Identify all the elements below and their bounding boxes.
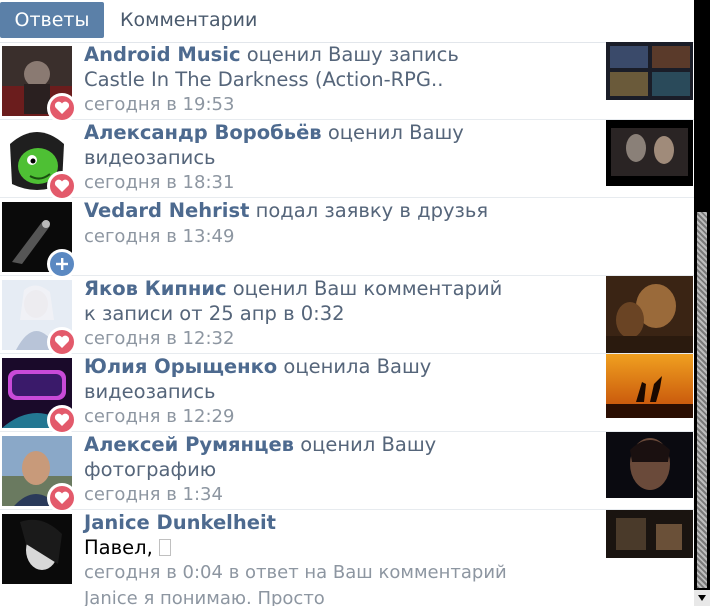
record-thumbnail[interactable] bbox=[606, 510, 693, 558]
record-link[interactable]: видеозапись bbox=[84, 146, 216, 169]
notification-text: Android Music оценил Вашу запись Castle … bbox=[84, 43, 459, 115]
plus-icon bbox=[47, 249, 77, 279]
record-thumbnail[interactable] bbox=[606, 42, 693, 100]
notification-text: Юлия Орыщенко оценила Вашу видеозапись с… bbox=[84, 355, 432, 427]
user-name-link[interactable]: Яков Кипнис bbox=[84, 277, 227, 300]
record-link[interactable]: к записи от 25 апр в 0:32 bbox=[84, 302, 345, 325]
missing-glyph-icon bbox=[158, 538, 171, 556]
record-thumbnail[interactable] bbox=[606, 276, 693, 353]
list-item[interactable]: Яков Кипнис оценил Ваш комментарий к зап… bbox=[0, 276, 694, 357]
notification-text: Александр Воробьёв оценил Вашу видеозапи… bbox=[84, 121, 464, 193]
user-name-link[interactable]: Janice Dunkelheit bbox=[84, 511, 276, 534]
record-thumbnail[interactable] bbox=[606, 432, 693, 498]
record-link[interactable]: фотографию bbox=[84, 458, 216, 481]
user-name-link[interactable]: Android Music bbox=[84, 43, 241, 66]
notification-text: Vedard Nehrist подал заявку в друзья сег… bbox=[84, 199, 489, 247]
scrollbar-thumb[interactable] bbox=[697, 212, 707, 588]
user-name-link[interactable]: Александр Воробьёв bbox=[84, 121, 322, 144]
list-item[interactable]: Юлия Орыщенко оценила Вашу видеозапись с… bbox=[0, 354, 694, 435]
user-name-link[interactable]: Vedard Nehrist bbox=[84, 199, 249, 222]
heart-icon bbox=[47, 483, 77, 513]
timestamp: сегодня в 12:32 bbox=[84, 328, 235, 349]
timestamp: сегодня в 0:04 bbox=[84, 562, 223, 583]
heart-icon bbox=[47, 171, 77, 201]
tab-comments[interactable]: Комментарии bbox=[108, 2, 269, 38]
timestamp: сегодня в 1:34 bbox=[84, 484, 223, 505]
list-item[interactable]: Алексей Румянцев оценил Вашу фотографию … bbox=[0, 432, 694, 513]
list-item[interactable]: Vedard Nehrist подал заявку в друзья сег… bbox=[0, 198, 694, 279]
notification-text: Janice Dunkelheit Павел, сегодня в 0:04 … bbox=[84, 511, 599, 606]
tab-replies[interactable]: Ответы bbox=[0, 2, 104, 38]
scrollbar[interactable] bbox=[694, 0, 710, 606]
tab-bar: Ответы Комментарии bbox=[0, 0, 694, 43]
reply-context[interactable]: в ответ на Ваш комментарий bbox=[223, 562, 507, 583]
record-link[interactable]: видеозапись bbox=[84, 380, 216, 403]
list-item[interactable]: Android Music оценил Вашу запись Castle … bbox=[0, 42, 694, 123]
avatar[interactable] bbox=[2, 514, 72, 584]
notification-text: Алексей Румянцев оценил Вашу фотографию … bbox=[84, 433, 437, 505]
scroll-down-arrow-icon[interactable] bbox=[694, 590, 710, 606]
timestamp: сегодня в 19:53 bbox=[84, 94, 235, 115]
notification-text: Яков Кипнис оценил Ваш комментарий к зап… bbox=[84, 277, 503, 349]
user-name-link[interactable]: Алексей Румянцев bbox=[84, 433, 294, 456]
comment-text: Павел, bbox=[84, 535, 159, 559]
timestamp: сегодня в 13:49 bbox=[84, 225, 235, 247]
heart-icon bbox=[47, 327, 77, 357]
heart-icon bbox=[47, 93, 77, 123]
user-name-link[interactable]: Юлия Орыщенко bbox=[84, 355, 277, 378]
quoted-comment[interactable]: Janice я понимаю. Просто bbox=[84, 588, 325, 606]
record-link[interactable]: Castle In The Darkness (Action-RPG.. bbox=[84, 68, 443, 91]
notification-feed: Android Music оценил Вашу запись Castle … bbox=[0, 42, 694, 606]
record-thumbnail[interactable] bbox=[606, 120, 693, 186]
list-item[interactable]: Александр Воробьёв оценил Вашу видеозапи… bbox=[0, 120, 694, 201]
record-thumbnail[interactable] bbox=[606, 354, 693, 418]
timestamp: сегодня в 18:31 bbox=[84, 172, 235, 193]
heart-icon bbox=[47, 405, 77, 435]
list-item[interactable]: Janice Dunkelheit Павел, сегодня в 0:04 … bbox=[0, 510, 694, 606]
timestamp: сегодня в 12:29 bbox=[84, 406, 235, 427]
